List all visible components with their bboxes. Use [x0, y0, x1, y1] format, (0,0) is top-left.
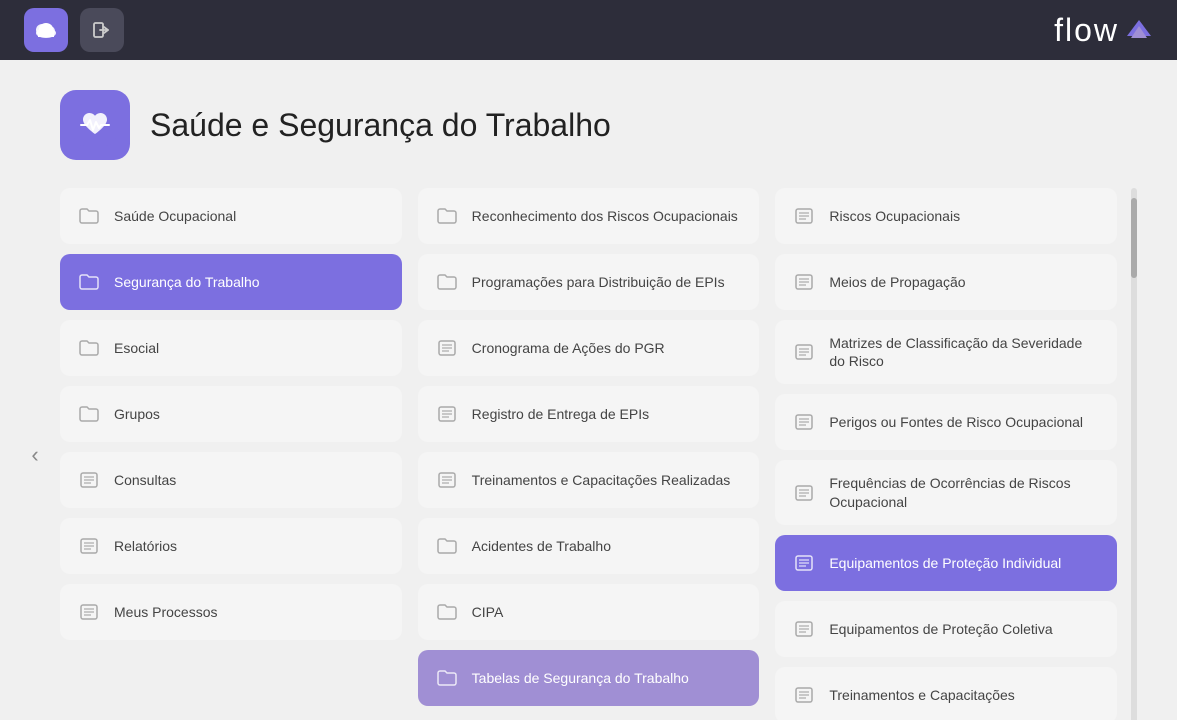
- folder-icon: [434, 665, 460, 691]
- list-icon: [791, 616, 817, 642]
- logo-arrow-icon: [1125, 16, 1153, 44]
- logo-text: flow: [1054, 12, 1119, 49]
- menu-item-relatorios[interactable]: Relatórios: [60, 518, 402, 574]
- menu-item-treinamentos-capacitacoes[interactable]: Treinamentos e Capacitações: [775, 667, 1117, 720]
- item-label: Perigos ou Fontes de Risco Ocupacional: [829, 413, 1083, 431]
- menu-item-cipa[interactable]: CIPA: [418, 584, 760, 640]
- page-title-row: Saúde e Segurança do Trabalho: [60, 90, 1117, 160]
- menu-item-consultas[interactable]: Consultas: [60, 452, 402, 508]
- menu-item-saude-ocupacional[interactable]: Saúde Ocupacional: [60, 188, 402, 244]
- folder-icon: [76, 203, 102, 229]
- menu-item-cronograma-acoes[interactable]: Cronograma de Ações do PGR: [418, 320, 760, 376]
- list-icon: [791, 203, 817, 229]
- item-label: Reconhecimento dos Riscos Ocupacionais: [472, 207, 738, 225]
- item-label: Tabelas de Segurança do Trabalho: [472, 669, 689, 687]
- item-label: Segurança do Trabalho: [114, 273, 260, 291]
- header-logo: flow: [1054, 12, 1153, 49]
- item-label: Acidentes de Trabalho: [472, 537, 611, 555]
- list-icon: [791, 480, 817, 506]
- list-icon: [434, 401, 460, 427]
- item-label: Consultas: [114, 471, 176, 489]
- menu-item-equipamentos-coletiva[interactable]: Equipamentos de Proteção Coletiva: [775, 601, 1117, 657]
- left-arrow-button[interactable]: ‹: [20, 440, 50, 470]
- menu-grid: ‹ Saúde Ocupacional Segurança do Trabalh…: [60, 188, 1117, 720]
- list-icon: [434, 467, 460, 493]
- menu-item-tabelas-seguranca[interactable]: Tabelas de Segurança do Trabalho: [418, 650, 760, 706]
- header: flow: [0, 0, 1177, 60]
- scrollbar-track[interactable]: [1131, 188, 1137, 720]
- menu-item-reconhecimento-riscos[interactable]: Reconhecimento dos Riscos Ocupacionais: [418, 188, 760, 244]
- list-icon: [76, 467, 102, 493]
- item-label: Grupos: [114, 405, 160, 423]
- menu-item-perigos-fontes[interactable]: Perigos ou Fontes de Risco Ocupacional: [775, 394, 1117, 450]
- folder-icon: [76, 269, 102, 295]
- item-label: Saúde Ocupacional: [114, 207, 236, 225]
- menu-item-equipamentos-individual[interactable]: Equipamentos de Proteção Individual: [775, 535, 1117, 591]
- item-label: Cronograma de Ações do PGR: [472, 339, 665, 357]
- menu-item-programacoes-distribuicao[interactable]: Programações para Distribuição de EPIs: [418, 254, 760, 310]
- menu-item-acidentes-trabalho[interactable]: Acidentes de Trabalho: [418, 518, 760, 574]
- column-2: Reconhecimento dos Riscos Ocupacionais P…: [418, 188, 760, 720]
- list-icon: [791, 409, 817, 435]
- item-label: Frequências de Ocorrências de Riscos Ocu…: [829, 474, 1101, 510]
- column-1: Saúde Ocupacional Segurança do Trabalho …: [60, 188, 402, 720]
- list-icon: [791, 339, 817, 365]
- item-label: Treinamentos e Capacitações: [829, 686, 1014, 704]
- folder-icon: [434, 203, 460, 229]
- menu-item-matrizes-classificacao[interactable]: Matrizes de Classificação da Severidade …: [775, 320, 1117, 384]
- item-label: Registro de Entrega de EPIs: [472, 405, 649, 423]
- list-icon: [791, 550, 817, 576]
- item-label: Equipamentos de Proteção Coletiva: [829, 620, 1052, 638]
- menu-item-treinamentos[interactable]: Treinamentos e Capacitações Realizadas: [418, 452, 760, 508]
- folder-icon: [76, 401, 102, 427]
- page-icon: [60, 90, 130, 160]
- menu-item-frequencias-ocorrencias[interactable]: Frequências de Ocorrências de Riscos Ocu…: [775, 460, 1117, 524]
- list-icon: [791, 682, 817, 708]
- item-label: Esocial: [114, 339, 159, 357]
- list-icon: [76, 533, 102, 559]
- menu-item-riscos-ocupacionais[interactable]: Riscos Ocupacionais: [775, 188, 1117, 244]
- list-icon: [791, 269, 817, 295]
- header-left: [24, 8, 124, 52]
- logout-icon[interactable]: [80, 8, 124, 52]
- list-icon: [76, 599, 102, 625]
- item-label: Treinamentos e Capacitações Realizadas: [472, 471, 731, 489]
- page-title: Saúde e Segurança do Trabalho: [150, 107, 611, 144]
- folder-icon: [76, 335, 102, 361]
- cloud-icon[interactable]: [24, 8, 68, 52]
- folder-icon: [434, 599, 460, 625]
- item-label: Relatórios: [114, 537, 177, 555]
- scrollbar-thumb: [1131, 198, 1137, 278]
- menu-item-registro-entrega[interactable]: Registro de Entrega de EPIs: [418, 386, 760, 442]
- item-label: Meus Processos: [114, 603, 217, 621]
- menu-item-esocial[interactable]: Esocial: [60, 320, 402, 376]
- item-label: Riscos Ocupacionais: [829, 207, 960, 225]
- item-label: Equipamentos de Proteção Individual: [829, 554, 1061, 572]
- main-content: Saúde e Segurança do Trabalho ‹ Saúde Oc…: [0, 60, 1177, 720]
- item-label: Matrizes de Classificação da Severidade …: [829, 334, 1101, 370]
- list-icon: [434, 335, 460, 361]
- menu-item-meios-propagacao[interactable]: Meios de Propagação: [775, 254, 1117, 310]
- item-label: Meios de Propagação: [829, 273, 965, 291]
- item-label: Programações para Distribuição de EPIs: [472, 273, 725, 291]
- menu-item-grupos[interactable]: Grupos: [60, 386, 402, 442]
- folder-icon: [434, 533, 460, 559]
- column-3: Riscos Ocupacionais Meios de Propagação …: [775, 188, 1117, 720]
- item-label: CIPA: [472, 603, 504, 621]
- heart-monitor-icon: [74, 104, 116, 146]
- folder-icon: [434, 269, 460, 295]
- menu-item-meus-processos[interactable]: Meus Processos: [60, 584, 402, 640]
- menu-item-seguranca-trabalho[interactable]: Segurança do Trabalho: [60, 254, 402, 310]
